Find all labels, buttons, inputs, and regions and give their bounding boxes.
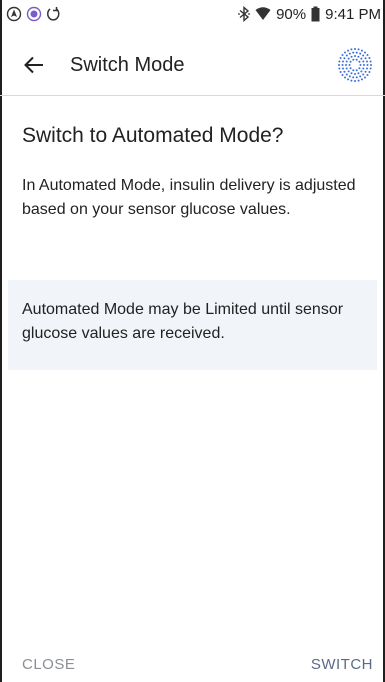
info-message: Automated Mode may be Limited until sens… <box>22 301 344 342</box>
back-button[interactable] <box>14 45 54 85</box>
battery-percent: 90% <box>276 5 307 23</box>
app-bar: Switch Mode <box>0 36 385 94</box>
wifi-icon <box>255 7 271 21</box>
dialog-heading: Switch to Automated Mode? <box>22 124 284 147</box>
close-button[interactable]: CLOSE <box>22 656 75 673</box>
battery-icon <box>311 6 320 22</box>
sync-icon <box>46 6 60 22</box>
info-panel: Automated Mode may be Limited until sens… <box>8 280 377 370</box>
bluetooth-icon <box>238 6 250 22</box>
switch-button[interactable]: SWITCH <box>311 656 373 673</box>
mode-description: In Automated Mode, insulin delivery is a… <box>22 177 356 218</box>
status-left-icons <box>6 6 60 22</box>
header-divider <box>0 95 385 96</box>
sensor-icon[interactable] <box>337 47 373 83</box>
arrow-left-icon <box>24 56 43 74</box>
navigation-icon <box>6 6 22 22</box>
record-icon <box>26 6 42 22</box>
status-right-icons: 90% 9:41 PM <box>238 6 381 23</box>
status-time: 9:41 PM <box>325 5 381 23</box>
status-bar: 90% 9:41 PM <box>0 0 385 28</box>
page-title: Switch Mode <box>70 53 185 76</box>
